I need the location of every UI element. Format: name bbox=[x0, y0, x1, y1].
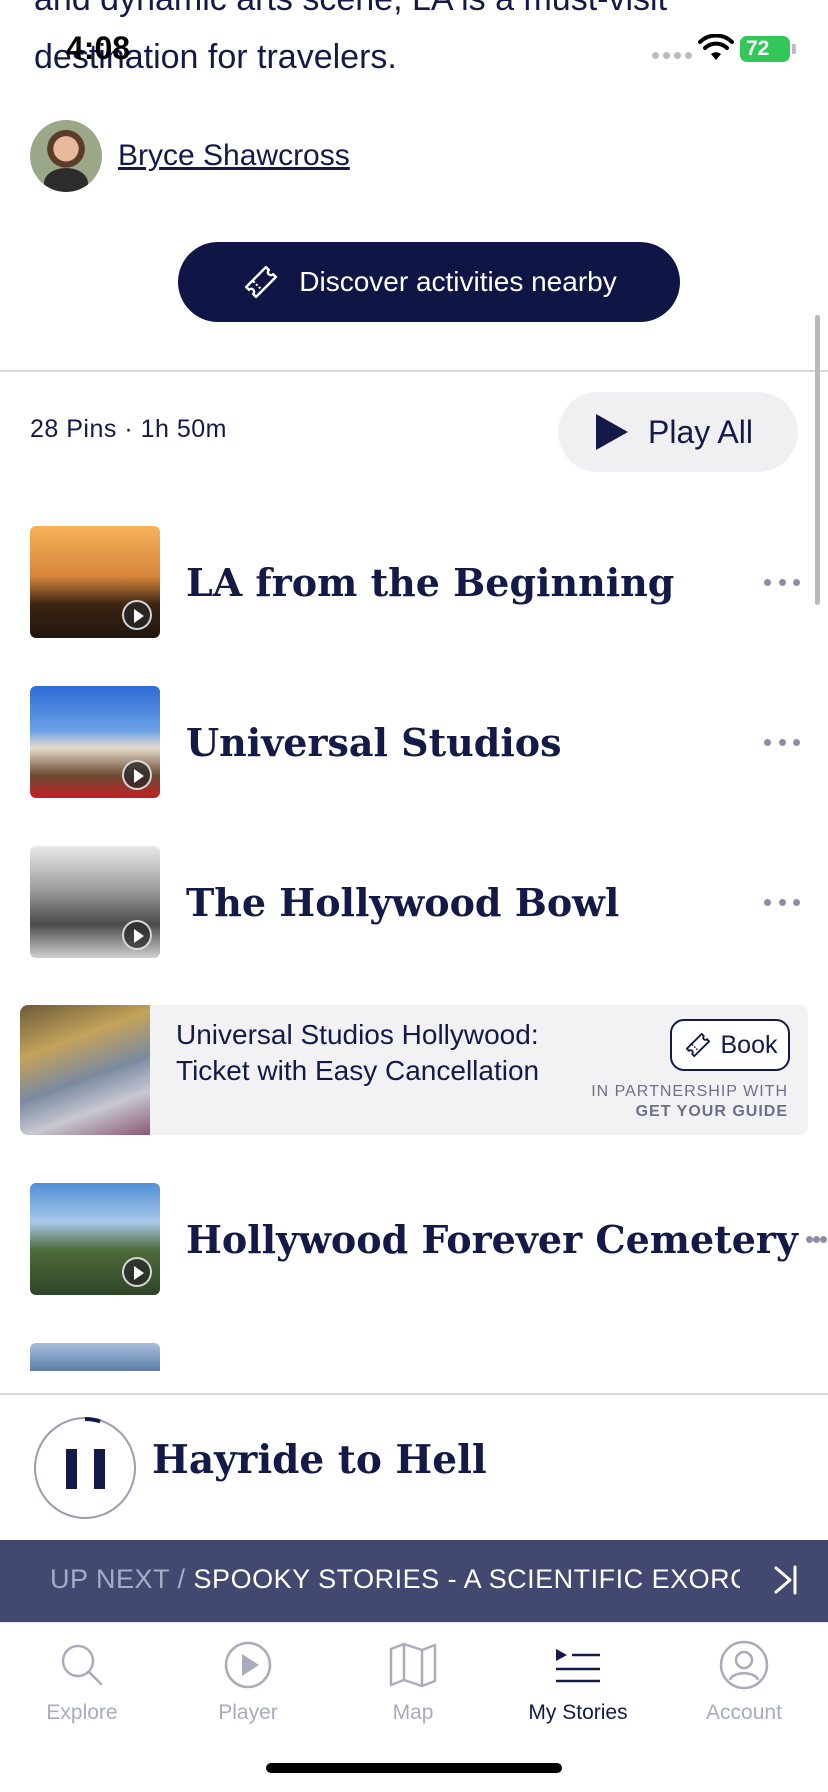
scrollbar[interactable] bbox=[815, 315, 820, 605]
play-badge-icon bbox=[122, 600, 152, 630]
signal-icon bbox=[652, 52, 692, 59]
tab-explore[interactable]: Explore bbox=[7, 1639, 157, 1725]
tab-label: Account bbox=[706, 1701, 782, 1724]
more-options-icon[interactable] bbox=[806, 1235, 827, 1243]
pin-thumbnail bbox=[30, 526, 160, 638]
tab-account[interactable]: Account bbox=[669, 1639, 819, 1725]
pin-title: The Hollywood Bowl bbox=[186, 879, 620, 925]
ad-thumbnail bbox=[20, 1005, 150, 1135]
avatar bbox=[30, 120, 102, 192]
tab-player[interactable]: Player bbox=[173, 1639, 323, 1725]
status-bar: 4:08 72 bbox=[0, 0, 828, 100]
more-options-icon[interactable] bbox=[764, 738, 800, 746]
partner-caption: IN PARTNERSHIP WITH bbox=[591, 1083, 788, 1100]
user-icon bbox=[719, 1640, 769, 1690]
play-badge-icon bbox=[122, 1257, 152, 1287]
tab-label: Explore bbox=[46, 1701, 118, 1724]
pin-thumbnail bbox=[30, 1183, 160, 1295]
pin-title: Hollywood Forever Cemetery bbox=[186, 1216, 798, 1262]
up-next-text: UP NEXT / SPOOKY STORIES - A SCIENTIFIC … bbox=[50, 1564, 740, 1595]
tab-my-stories[interactable]: My Stories bbox=[503, 1639, 653, 1725]
pin-item[interactable]: Hollywood Forever Cemetery bbox=[30, 1183, 827, 1295]
skip-next-icon[interactable] bbox=[770, 1562, 800, 1598]
tab-label: Map bbox=[392, 1701, 434, 1724]
pin-title: Universal Studios bbox=[186, 719, 562, 765]
pin-item[interactable]: LA from the Beginning bbox=[30, 526, 800, 638]
pause-button[interactable] bbox=[34, 1417, 136, 1519]
up-next-title: SPOOKY STORIES - A SCIENTIFIC EXORCISM bbox=[193, 1564, 740, 1594]
book-button[interactable]: Book bbox=[670, 1019, 790, 1071]
mini-player[interactable]: Hayride to Hell bbox=[0, 1393, 828, 1540]
battery-tip bbox=[792, 44, 796, 54]
more-options-icon[interactable] bbox=[764, 898, 800, 906]
map-icon bbox=[389, 1642, 437, 1688]
play-circle-icon bbox=[224, 1641, 272, 1689]
author-link[interactable]: Bryce Shawcross bbox=[118, 139, 350, 173]
pause-icon bbox=[66, 1449, 77, 1489]
section-divider bbox=[0, 370, 828, 372]
wifi-icon bbox=[698, 34, 734, 60]
pin-thumbnail bbox=[30, 846, 160, 958]
ticket-icon bbox=[245, 265, 278, 299]
pin-item[interactable]: Universal Studios bbox=[30, 686, 800, 798]
play-all-label: Play All bbox=[648, 413, 753, 450]
pin-thumbnail-partial bbox=[30, 1343, 160, 1371]
pause-icon bbox=[94, 1449, 105, 1489]
play-badge-icon bbox=[122, 920, 152, 950]
play-all-button[interactable]: Play All bbox=[558, 392, 798, 472]
discover-label: Discover activities nearby bbox=[299, 266, 617, 297]
tour-meta: 28 Pins · 1h 50m bbox=[30, 415, 227, 443]
ad-title: Universal Studios Hollywood: Ticket with… bbox=[176, 1019, 540, 1086]
play-icon bbox=[596, 414, 628, 450]
pin-thumbnail bbox=[30, 686, 160, 798]
now-playing-title: Hayride to Hell bbox=[152, 1437, 487, 1483]
status-time: 4:08 bbox=[66, 30, 131, 66]
up-next-bar[interactable]: UP NEXT / SPOOKY STORIES - A SCIENTIFIC … bbox=[0, 1540, 828, 1622]
playlist-icon bbox=[556, 1649, 600, 1683]
tab-map[interactable]: Map bbox=[338, 1639, 488, 1725]
book-label: Book bbox=[720, 1030, 778, 1059]
more-options-icon[interactable] bbox=[764, 578, 800, 586]
pin-item[interactable]: The Hollywood Bowl bbox=[30, 846, 800, 958]
author-row[interactable]: Bryce Shawcross bbox=[30, 120, 350, 192]
tab-label: Player bbox=[218, 1701, 278, 1724]
partner-name: GET YOUR GUIDE bbox=[635, 1103, 788, 1120]
pin-title: LA from the Beginning bbox=[186, 559, 675, 605]
up-next-label: UP NEXT / bbox=[50, 1564, 194, 1594]
battery-icon: 72 bbox=[740, 36, 790, 62]
partner-ad-card[interactable]: Universal Studios Hollywood: Ticket with… bbox=[20, 1005, 808, 1135]
search-icon bbox=[61, 1644, 103, 1686]
tab-label: My Stories bbox=[528, 1701, 628, 1724]
play-badge-icon bbox=[122, 760, 152, 790]
home-indicator bbox=[266, 1763, 562, 1773]
playback-progress-ring bbox=[84, 1417, 101, 1424]
discover-activities-button[interactable]: Discover activities nearby bbox=[178, 242, 680, 322]
ticket-icon bbox=[685, 1032, 710, 1058]
